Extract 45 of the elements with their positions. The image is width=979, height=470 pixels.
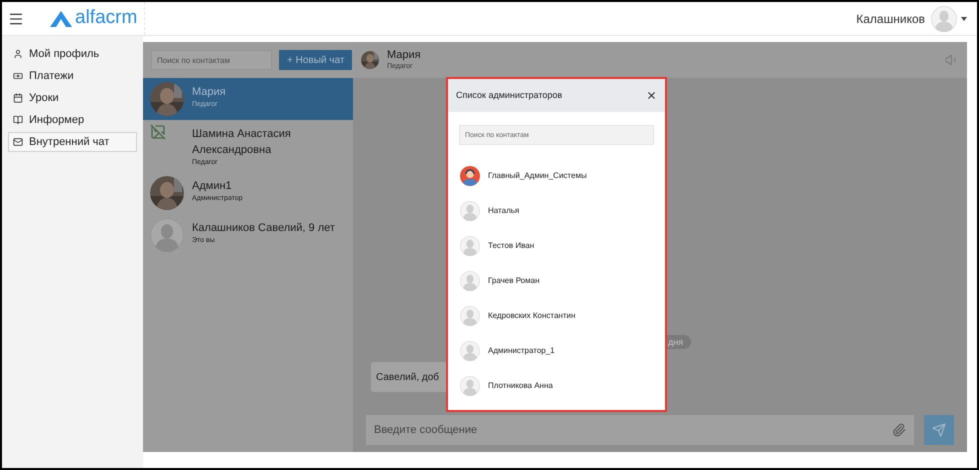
- date-label: дня: [666, 335, 692, 349]
- banknote-icon: [13, 71, 23, 81]
- envelope-icon: [13, 137, 23, 147]
- sidebar-item[interactable]: Информер: [8, 110, 137, 130]
- paperclip-icon[interactable]: [892, 423, 906, 437]
- chat-name: Мария: [387, 49, 421, 62]
- admin-item[interactable]: Администратор_1: [460, 333, 665, 368]
- logo-text: alfacrm: [75, 6, 138, 30]
- avatar-icon: [460, 270, 480, 290]
- user-avatar-icon: [931, 6, 957, 32]
- avatar-icon: [460, 376, 480, 396]
- admin-item[interactable]: Грачев Роман: [460, 263, 665, 298]
- avatar-icon: [460, 340, 480, 360]
- admin-item[interactable]: Наталья: [460, 193, 665, 228]
- book-icon: [13, 115, 23, 125]
- contact-name: Шамина Анастасия Александровна: [192, 127, 292, 158]
- user-icon: [13, 49, 23, 59]
- contact-name: Админ1: [192, 179, 233, 194]
- logo-icon: [50, 10, 72, 26]
- menu-icon[interactable]: [8, 10, 24, 26]
- sidebar-item[interactable]: Платежи: [8, 66, 137, 86]
- contact-name: Мария: [192, 85, 226, 100]
- avatar-icon: [460, 200, 480, 220]
- search-field[interactable]: Поиск по контактам: [151, 50, 272, 70]
- avatar-icon: [150, 218, 184, 252]
- sidebar-item[interactable]: Внутренний чат: [8, 132, 137, 152]
- message-bubble: Савелий, доб: [371, 362, 446, 392]
- close-icon[interactable]: [646, 90, 657, 101]
- user-name[interactable]: Калашников: [856, 10, 925, 28]
- avatar-icon: [460, 166, 480, 186]
- admin-item[interactable]: Главный_Админ_Системы: [460, 158, 665, 193]
- sidebar-item[interactable]: Мой профиль: [8, 44, 137, 64]
- admin-item[interactable]: Плотникова Анна: [460, 368, 665, 403]
- admin-item[interactable]: Кедровских Константин: [460, 298, 665, 333]
- caret-icon[interactable]: [961, 16, 967, 20]
- message-field[interactable]: Введите сообщение: [366, 415, 914, 445]
- sidebar-item[interactable]: Уроки: [8, 88, 137, 108]
- dialog-title: Список администраторов: [456, 88, 564, 102]
- admin-item[interactable]: Тестов Иван: [460, 228, 665, 263]
- avatar-icon: [460, 236, 480, 256]
- calendar-icon: [13, 93, 23, 103]
- broken-image-icon: [150, 124, 166, 140]
- send-icon: [932, 423, 946, 437]
- avatar-icon: [460, 306, 480, 326]
- contact-name: Калашников Савелий, 9 лет: [192, 221, 335, 236]
